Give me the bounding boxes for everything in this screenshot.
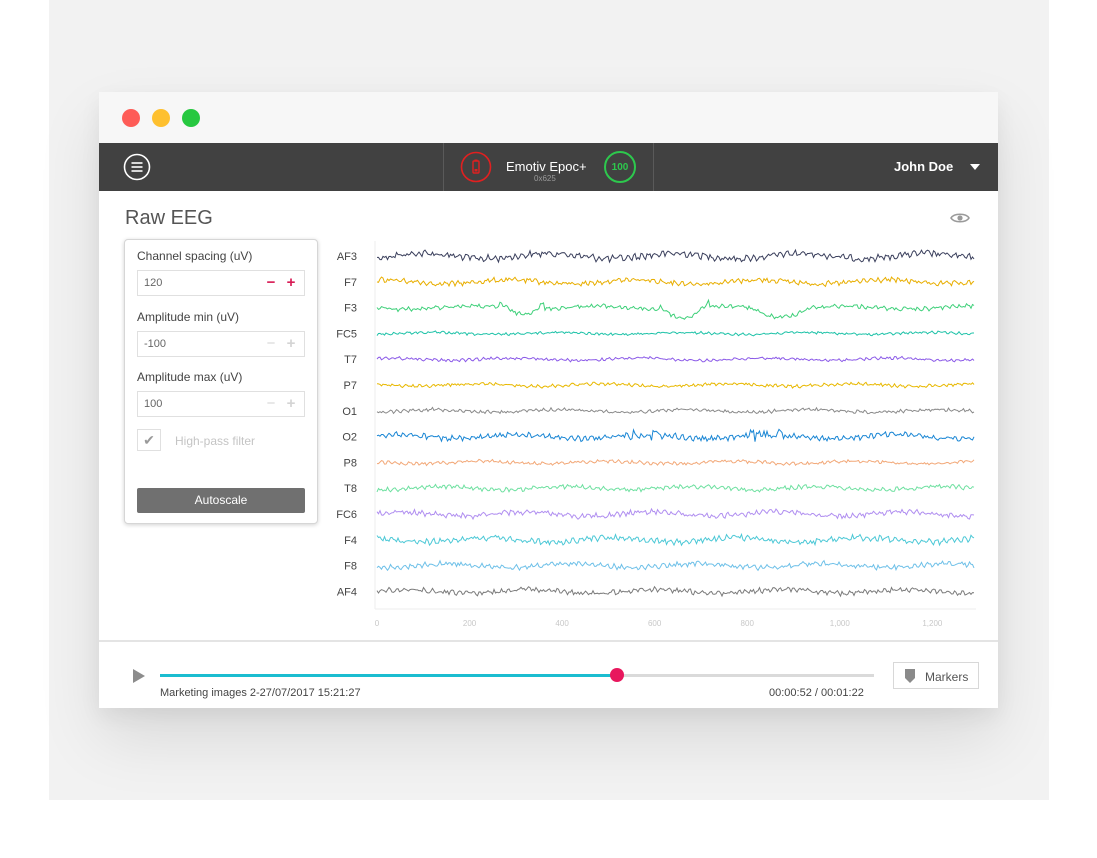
channel-label-t7: T7 [344, 354, 357, 366]
headset-status[interactable]: Emotiv Epoc+ 0x625 100 [443, 143, 654, 191]
amplitude-max-value: 100 [144, 398, 163, 410]
channel-label-p8: P8 [344, 457, 357, 469]
page-title: Raw EEG [125, 207, 213, 229]
recording-name: Marketing images 2-27/07/2017 15:21:27 [160, 687, 361, 699]
x-tick-label: 200 [463, 619, 477, 628]
channel-spacing-label: Channel spacing (uV) [137, 249, 253, 263]
amplitude-min-decrement-button[interactable]: − [265, 336, 277, 351]
markers-label: Markers [925, 670, 969, 684]
channel-label-af4: AF4 [337, 586, 357, 598]
x-tick-label: 1,000 [830, 619, 851, 628]
eye-icon[interactable] [950, 211, 970, 225]
amplitude-max-increment-button[interactable]: + [285, 396, 297, 411]
maximize-window-button[interactable] [182, 109, 200, 127]
player-divider [99, 640, 998, 642]
channel-label-t8: T8 [344, 483, 357, 495]
play-icon[interactable] [133, 669, 145, 683]
trace-af3 [377, 248, 975, 264]
channel-label-f4: F4 [344, 535, 357, 547]
close-window-button[interactable] [122, 109, 140, 127]
trace-t8 [376, 483, 975, 493]
channel-spacing-input[interactable]: 120 − + [137, 270, 305, 296]
time-display: 00:00:52 / 00:01:22 [769, 687, 864, 699]
hamburger-menu-icon[interactable] [123, 153, 151, 181]
x-tick-label: 600 [648, 619, 662, 628]
amplitude-min-input[interactable]: -100 − + [137, 331, 305, 357]
trace-t7 [376, 355, 975, 363]
trace-p8 [377, 458, 975, 467]
checkmark-icon: ✔ [143, 432, 155, 448]
x-tick-label: 0 [375, 619, 380, 628]
amplitude-min-increment-button[interactable]: + [285, 336, 297, 351]
channel-label-o1: O1 [342, 406, 357, 418]
amplitude-min-label: Amplitude min (uV) [137, 310, 240, 324]
playback-progress-fill [160, 674, 617, 677]
trace-o1 [376, 406, 975, 415]
trace-f8 [376, 559, 975, 572]
eeg-chart: AF3 F7 F3 FC5 T7 P7 O1 O2 P8 T8 FC6 F4 F8 AF4 0 200 400 6… [336, 241, 976, 628]
channel-spacing-decrement-button[interactable]: − [265, 275, 277, 290]
x-tick-label: 400 [555, 619, 569, 628]
channel-label-f7: F7 [344, 277, 357, 289]
amplitude-min-value: -100 [144, 338, 167, 350]
chevron-down-icon[interactable] [970, 164, 980, 170]
channel-label-p7: P7 [344, 380, 357, 392]
amplitude-max-label: Amplitude max (uV) [137, 370, 243, 384]
channel-label-fc6: FC6 [336, 509, 357, 521]
device-id: 0x625 [534, 174, 556, 183]
settings-panel: Channel spacing (uV) 120 − + Amplitude m… [124, 239, 318, 524]
top-bar: Emotiv Epoc+ 0x625 100 John Doe [99, 143, 998, 191]
minimize-window-button[interactable] [152, 109, 170, 127]
app-window: Emotiv Epoc+ 0x625 100 John Doe Raw EEG … [99, 143, 998, 708]
channel-label-af3: AF3 [337, 251, 357, 263]
highpass-filter-label: High-pass filter [175, 434, 256, 448]
channel-label-f3: F3 [344, 303, 357, 315]
highpass-filter-checkbox[interactable]: ✔ [137, 429, 161, 451]
channel-label-f8: F8 [344, 561, 357, 573]
playback-scrubber-handle[interactable] [609, 668, 624, 682]
user-menu-name[interactable]: John Doe [894, 159, 953, 174]
trace-fc5 [376, 330, 974, 337]
trace-o2 [376, 428, 975, 443]
battery-icon [460, 151, 492, 183]
trace-p7 [376, 381, 975, 389]
trace-f3 [376, 298, 975, 320]
x-tick-label: 800 [741, 619, 755, 628]
trace-af4 [376, 585, 975, 598]
amplitude-max-decrement-button[interactable]: − [265, 396, 277, 411]
channel-label-o2: O2 [342, 432, 357, 444]
marker-icon [905, 669, 915, 683]
amplitude-max-input[interactable]: 100 − + [137, 391, 305, 417]
playback-progress-bar[interactable] [160, 668, 874, 682]
channel-spacing-value: 120 [144, 277, 163, 289]
trace-fc6 [376, 507, 975, 521]
autoscale-button[interactable]: Autoscale [137, 488, 305, 513]
x-tick-label: 1,200 [922, 619, 943, 628]
channel-spacing-increment-button[interactable]: + [285, 275, 297, 290]
markers-button[interactable]: Markers [893, 662, 979, 689]
channel-label-fc5: FC5 [336, 328, 357, 340]
device-name: Emotiv Epoc+ [506, 159, 587, 174]
trace-f7 [376, 276, 975, 288]
trace-f4 [376, 532, 975, 547]
signal-quality-badge: 100 [604, 151, 636, 183]
